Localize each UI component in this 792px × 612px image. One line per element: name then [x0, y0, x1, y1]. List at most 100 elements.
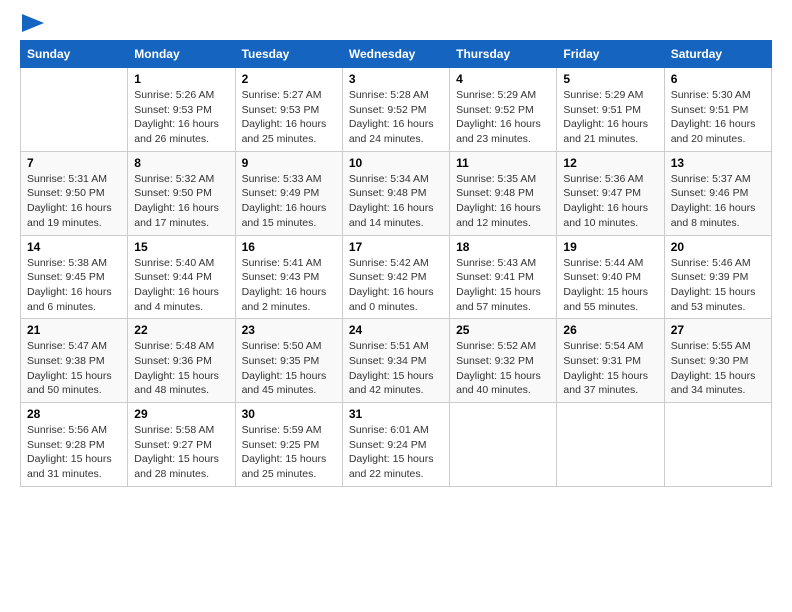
calendar-cell: 7 Sunrise: 5:31 AM Sunset: 9:50 PM Daylig… [21, 151, 128, 235]
calendar-header-row: SundayMondayTuesdayWednesdayThursdayFrid… [21, 41, 772, 68]
day-number: 27 [671, 323, 765, 337]
day-number: 13 [671, 156, 765, 170]
cell-content: Sunrise: 5:54 AM Sunset: 9:31 PM Dayligh… [563, 339, 657, 398]
cell-content: Sunrise: 5:50 AM Sunset: 9:35 PM Dayligh… [242, 339, 336, 398]
page-header [20, 16, 772, 32]
day-number: 20 [671, 240, 765, 254]
day-number: 14 [27, 240, 121, 254]
day-number: 26 [563, 323, 657, 337]
calendar-cell: 25Sunrise: 5:52 AM Sunset: 9:32 PM Dayli… [450, 319, 557, 403]
day-number: 16 [242, 240, 336, 254]
cell-content: Sunrise: 5:51 AM Sunset: 9:34 PM Dayligh… [349, 339, 443, 398]
calendar-cell: 22Sunrise: 5:48 AM Sunset: 9:36 PM Dayli… [128, 319, 235, 403]
cell-content: Sunrise: 5:42 AM Sunset: 9:42 PM Dayligh… [349, 256, 443, 315]
cell-content: Sunrise: 5:35 AM Sunset: 9:48 PM Dayligh… [456, 172, 550, 231]
calendar-cell: 13 Sunrise: 5:37 AM Sunset: 9:46 PM Dayli… [664, 151, 771, 235]
day-number: 12 [563, 156, 657, 170]
calendar-cell [21, 68, 128, 152]
day-number: 9 [242, 156, 336, 170]
cell-content: Sunrise: 5:58 AM Sunset: 9:27 PM Dayligh… [134, 423, 228, 482]
cell-content: Sunrise: 5:36 AM Sunset: 9:47 PM Dayligh… [563, 172, 657, 231]
day-number: 17 [349, 240, 443, 254]
day-number: 22 [134, 323, 228, 337]
day-number: 4 [456, 72, 550, 86]
calendar-cell [450, 403, 557, 487]
calendar-cell: 28Sunrise: 5:56 AM Sunset: 9:28 PM Dayli… [21, 403, 128, 487]
calendar-cell: 3 Sunrise: 5:28 AM Sunset: 9:52 PM Daylig… [342, 68, 449, 152]
cell-content: Sunrise: 5:37 AM Sunset: 9:46 PM Dayligh… [671, 172, 765, 231]
day-number: 10 [349, 156, 443, 170]
calendar-cell: 16 Sunrise: 5:41 AM Sunset: 9:43 PM Dayli… [235, 235, 342, 319]
calendar-cell: 10 Sunrise: 5:34 AM Sunset: 9:48 PM Dayli… [342, 151, 449, 235]
day-number: 21 [27, 323, 121, 337]
calendar-week-row: 28Sunrise: 5:56 AM Sunset: 9:28 PM Dayli… [21, 403, 772, 487]
cell-content: Sunrise: 5:41 AM Sunset: 9:43 PM Dayligh… [242, 256, 336, 315]
cell-content: Sunrise: 5:28 AM Sunset: 9:52 PM Dayligh… [349, 88, 443, 147]
cell-content: Sunrise: 5:31 AM Sunset: 9:50 PM Dayligh… [27, 172, 121, 231]
calendar-cell: 30 Sunrise: 5:59 AM Sunset: 9:25 PM Dayli… [235, 403, 342, 487]
calendar-cell: 31 Sunrise: 6:01 AM Sunset: 9:24 PM Dayli… [342, 403, 449, 487]
logo-icon [22, 14, 44, 32]
day-number: 11 [456, 156, 550, 170]
calendar-cell: 12 Sunrise: 5:36 AM Sunset: 9:47 PM Dayli… [557, 151, 664, 235]
calendar-cell: 15 Sunrise: 5:40 AM Sunset: 9:44 PM Dayli… [128, 235, 235, 319]
calendar-cell: 18 Sunrise: 5:43 AM Sunset: 9:41 PM Dayli… [450, 235, 557, 319]
cell-content: Sunrise: 5:29 AM Sunset: 9:52 PM Dayligh… [456, 88, 550, 147]
day-of-week-header: Wednesday [342, 41, 449, 68]
cell-content: Sunrise: 5:32 AM Sunset: 9:50 PM Dayligh… [134, 172, 228, 231]
calendar-cell: 8 Sunrise: 5:32 AM Sunset: 9:50 PM Daylig… [128, 151, 235, 235]
day-number: 6 [671, 72, 765, 86]
cell-content: Sunrise: 6:01 AM Sunset: 9:24 PM Dayligh… [349, 423, 443, 482]
calendar-table: SundayMondayTuesdayWednesdayThursdayFrid… [20, 40, 772, 487]
calendar-cell: 23 Sunrise: 5:50 AM Sunset: 9:35 PM Dayli… [235, 319, 342, 403]
cell-content: Sunrise: 5:47 AM Sunset: 9:38 PM Dayligh… [27, 339, 121, 398]
day-number: 18 [456, 240, 550, 254]
calendar-cell: 11 Sunrise: 5:35 AM Sunset: 9:48 PM Dayli… [450, 151, 557, 235]
calendar-cell: 17 Sunrise: 5:42 AM Sunset: 9:42 PM Dayli… [342, 235, 449, 319]
calendar-cell: 21 Sunrise: 5:47 AM Sunset: 9:38 PM Dayli… [21, 319, 128, 403]
cell-content: Sunrise: 5:34 AM Sunset: 9:48 PM Dayligh… [349, 172, 443, 231]
day-number: 31 [349, 407, 443, 421]
day-of-week-header: Monday [128, 41, 235, 68]
day-of-week-header: Thursday [450, 41, 557, 68]
calendar-cell: 1 Sunrise: 5:26 AM Sunset: 9:53 PM Daylig… [128, 68, 235, 152]
day-number: 8 [134, 156, 228, 170]
calendar-cell [664, 403, 771, 487]
cell-content: Sunrise: 5:29 AM Sunset: 9:51 PM Dayligh… [563, 88, 657, 147]
day-number: 2 [242, 72, 336, 86]
day-number: 30 [242, 407, 336, 421]
calendar-cell: 24Sunrise: 5:51 AM Sunset: 9:34 PM Dayli… [342, 319, 449, 403]
calendar-cell: 5 Sunrise: 5:29 AM Sunset: 9:51 PM Daylig… [557, 68, 664, 152]
calendar-cell [557, 403, 664, 487]
cell-content: Sunrise: 5:43 AM Sunset: 9:41 PM Dayligh… [456, 256, 550, 315]
cell-content: Sunrise: 5:40 AM Sunset: 9:44 PM Dayligh… [134, 256, 228, 315]
cell-content: Sunrise: 5:56 AM Sunset: 9:28 PM Dayligh… [27, 423, 121, 482]
day-number: 23 [242, 323, 336, 337]
day-number: 7 [27, 156, 121, 170]
cell-content: Sunrise: 5:44 AM Sunset: 9:40 PM Dayligh… [563, 256, 657, 315]
calendar-cell: 27 Sunrise: 5:55 AM Sunset: 9:30 PM Dayli… [664, 319, 771, 403]
calendar-cell: 29Sunrise: 5:58 AM Sunset: 9:27 PM Dayli… [128, 403, 235, 487]
day-number: 15 [134, 240, 228, 254]
calendar-week-row: 21 Sunrise: 5:47 AM Sunset: 9:38 PM Dayli… [21, 319, 772, 403]
calendar-cell: 2 Sunrise: 5:27 AM Sunset: 9:53 PM Daylig… [235, 68, 342, 152]
day-of-week-header: Tuesday [235, 41, 342, 68]
cell-content: Sunrise: 5:59 AM Sunset: 9:25 PM Dayligh… [242, 423, 336, 482]
day-number: 5 [563, 72, 657, 86]
calendar-week-row: 14 Sunrise: 5:38 AM Sunset: 9:45 PM Dayli… [21, 235, 772, 319]
day-number: 25 [456, 323, 550, 337]
calendar-week-row: 7 Sunrise: 5:31 AM Sunset: 9:50 PM Daylig… [21, 151, 772, 235]
day-number: 1 [134, 72, 228, 86]
cell-content: Sunrise: 5:27 AM Sunset: 9:53 PM Dayligh… [242, 88, 336, 147]
cell-content: Sunrise: 5:26 AM Sunset: 9:53 PM Dayligh… [134, 88, 228, 147]
cell-content: Sunrise: 5:33 AM Sunset: 9:49 PM Dayligh… [242, 172, 336, 231]
cell-content: Sunrise: 5:46 AM Sunset: 9:39 PM Dayligh… [671, 256, 765, 315]
calendar-week-row: 1 Sunrise: 5:26 AM Sunset: 9:53 PM Daylig… [21, 68, 772, 152]
calendar-cell: 14 Sunrise: 5:38 AM Sunset: 9:45 PM Dayli… [21, 235, 128, 319]
day-number: 3 [349, 72, 443, 86]
cell-content: Sunrise: 5:38 AM Sunset: 9:45 PM Dayligh… [27, 256, 121, 315]
calendar-cell: 4 Sunrise: 5:29 AM Sunset: 9:52 PM Daylig… [450, 68, 557, 152]
calendar-cell: 20 Sunrise: 5:46 AM Sunset: 9:39 PM Dayli… [664, 235, 771, 319]
day-of-week-header: Saturday [664, 41, 771, 68]
cell-content: Sunrise: 5:55 AM Sunset: 9:30 PM Dayligh… [671, 339, 765, 398]
